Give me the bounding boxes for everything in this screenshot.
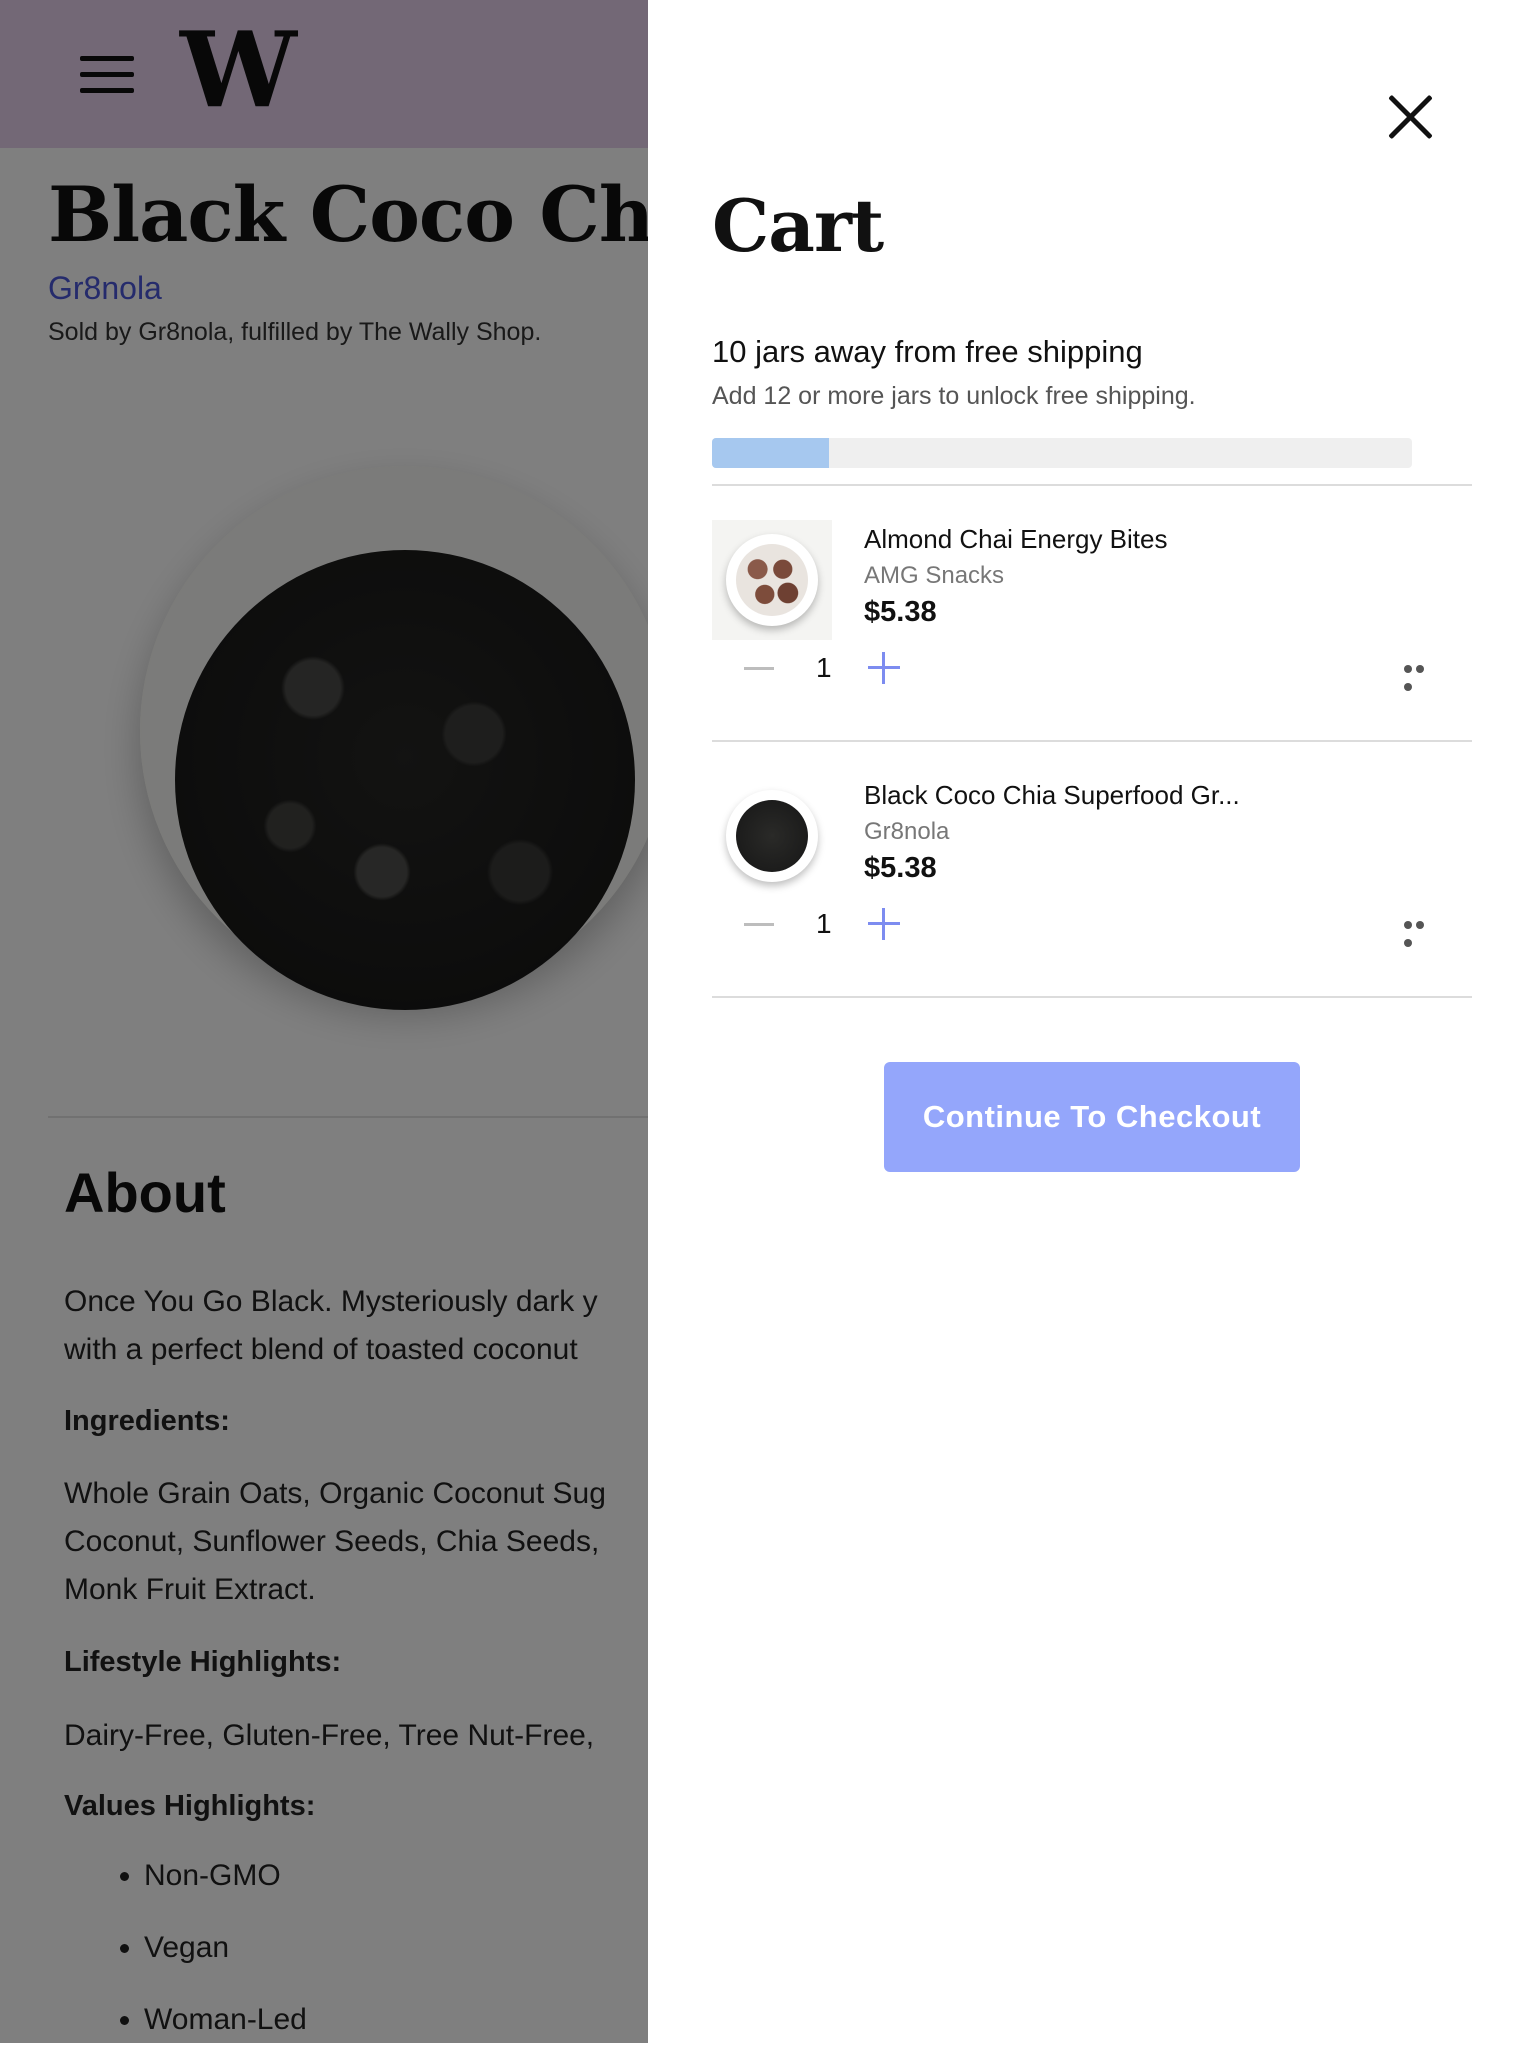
increase-quantity-button[interactable] <box>868 652 900 684</box>
item-jar-contents <box>736 544 808 616</box>
free-shipping-subtext: Add 12 or more jars to unlock free shipp… <box>712 382 1196 410</box>
decrease-quantity-button[interactable] <box>744 654 774 684</box>
cart-drawer <box>648 0 1536 2043</box>
shipping-progress-bar <box>712 438 1412 468</box>
more-options-icon[interactable] <box>1404 916 1438 947</box>
cart-item: Almond Chai Energy Bites AMG Snacks $5.3… <box>712 484 1472 738</box>
item-thumbnail[interactable] <box>712 776 832 896</box>
item-name[interactable]: Black Coco Chia Superfood Gr... <box>864 780 1240 811</box>
item-jar-contents <box>736 800 808 872</box>
more-options-icon[interactable] <box>1404 660 1438 691</box>
free-shipping-message: 10 jars away from free shipping <box>712 334 1143 369</box>
item-name[interactable]: Almond Chai Energy Bites <box>864 524 1167 555</box>
decrease-quantity-button[interactable] <box>744 910 774 940</box>
item-vendor: AMG Snacks <box>864 562 1005 589</box>
continue-to-checkout-button[interactable]: Continue To Checkout <box>884 1062 1300 1172</box>
item-price: $5.38 <box>864 852 937 884</box>
increase-quantity-button[interactable] <box>868 908 900 940</box>
item-vendor: Gr8nola <box>864 818 950 845</box>
close-icon[interactable] <box>1380 86 1442 148</box>
shipping-progress-fill <box>712 438 829 468</box>
item-thumbnail[interactable] <box>712 520 832 640</box>
item-quantity: 1 <box>816 908 832 939</box>
item-quantity: 1 <box>816 652 832 683</box>
item-price: $5.38 <box>864 596 937 628</box>
cart-item: Black Coco Chia Superfood Gr... Gr8nola … <box>712 740 1472 994</box>
cart-divider <box>712 996 1472 998</box>
cart-title: Cart <box>712 183 884 268</box>
